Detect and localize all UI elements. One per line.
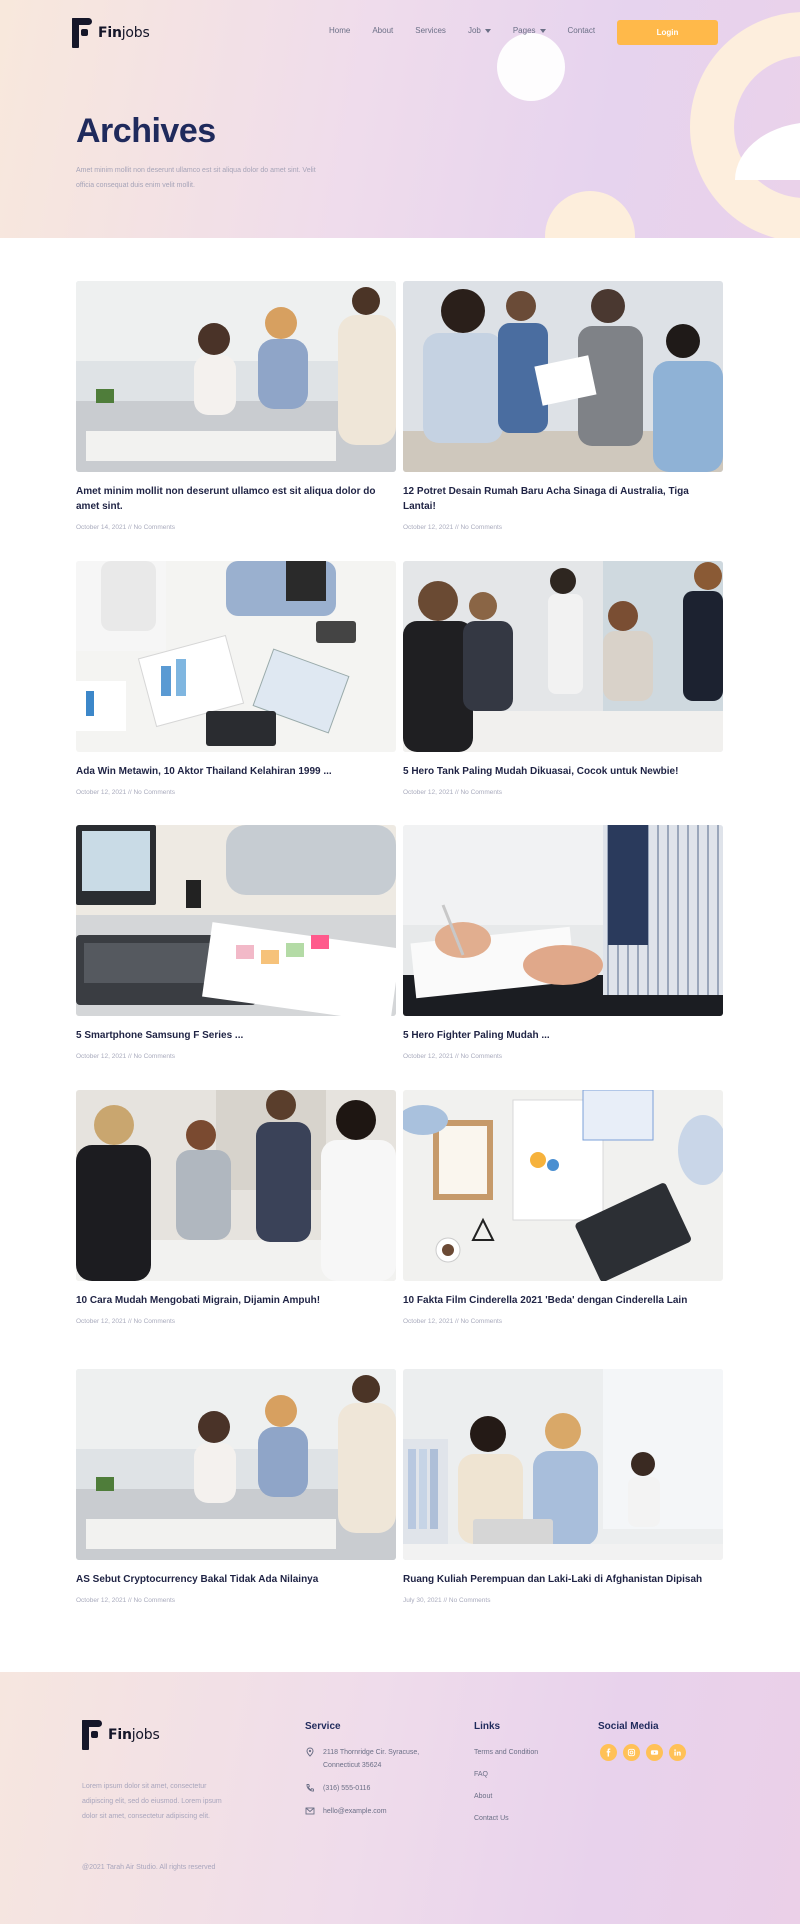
post-title[interactable]: Ruang Kuliah Perempuan dan Laki-Laki di … bbox=[403, 1572, 723, 1587]
post-card[interactable]: Ada Win Metawin, 10 Aktor Thailand Kelah… bbox=[76, 561, 396, 796]
nav-home[interactable]: Home bbox=[329, 26, 350, 35]
post-thumbnail[interactable] bbox=[76, 281, 396, 472]
link-faq[interactable]: FAQ bbox=[474, 1771, 488, 1778]
link-terms[interactable]: Terms and Condition bbox=[474, 1749, 538, 1756]
chevron-down-icon bbox=[484, 28, 491, 33]
youtube-icon[interactable] bbox=[646, 1744, 663, 1761]
post-thumbnail[interactable] bbox=[403, 1369, 723, 1560]
post-title[interactable]: 12 Potret Desain Rumah Baru Acha Sinaga … bbox=[403, 484, 723, 514]
mail-icon bbox=[305, 1807, 315, 1815]
post-meta: October 12, 2021 // No Comments bbox=[403, 1318, 503, 1325]
post-card[interactable]: 12 Potret Desain Rumah Baru Acha Sinaga … bbox=[403, 281, 723, 531]
post-card[interactable]: 10 Fakta Film Cinderella 2021 'Beda' den… bbox=[403, 1090, 723, 1325]
post-title[interactable]: 5 Hero Tank Paling Mudah Dikuasai, Cocok… bbox=[403, 764, 723, 779]
post-title[interactable]: 5 Smartphone Samsung F Series ... bbox=[76, 1028, 396, 1043]
links-heading: Links bbox=[474, 1721, 501, 1732]
post-title[interactable]: 10 Fakta Film Cinderella 2021 'Beda' den… bbox=[403, 1293, 723, 1308]
decorative-ring bbox=[690, 12, 800, 238]
nav-job[interactable]: Job bbox=[468, 26, 491, 35]
page-subtitle: Amet minim mollit non deserunt ullamco e… bbox=[76, 167, 316, 189]
post-meta: October 12, 2021 // No Comments bbox=[76, 789, 176, 796]
post-thumbnail[interactable] bbox=[76, 825, 396, 1016]
post-meta: October 12, 2021 // No Comments bbox=[76, 1053, 176, 1060]
phone[interactable]: (316) 555-0116 bbox=[305, 1782, 370, 1795]
post-title[interactable]: 10 Cara Mudah Mengobati Migrain, Dijamin… bbox=[76, 1293, 396, 1308]
decorative-half-circle bbox=[545, 191, 635, 238]
brand-logo[interactable]: Finjobs bbox=[72, 18, 150, 48]
post-thumbnail[interactable] bbox=[76, 1090, 396, 1281]
brand-name: Finjobs bbox=[98, 25, 150, 41]
post-thumbnail[interactable] bbox=[76, 1369, 396, 1560]
post-thumbnail[interactable] bbox=[403, 825, 723, 1016]
social-heading: Social Media bbox=[598, 1721, 659, 1732]
footer-logo[interactable]: Finjobs bbox=[82, 1720, 160, 1750]
post-card[interactable]: Amet minim mollit non deserunt ullamco e… bbox=[76, 281, 396, 531]
post-title[interactable]: 5 Hero Fighter Paling Mudah ... bbox=[403, 1028, 723, 1043]
post-thumbnail[interactable] bbox=[403, 281, 723, 472]
post-meta: October 12, 2021 // No Comments bbox=[403, 524, 503, 531]
post-meta: October 14, 2021 // No Comments bbox=[76, 524, 176, 531]
address: 2118 Thornridge Cir. Syracuse, Connecticu… bbox=[305, 1746, 419, 1772]
brand-name: Finjobs bbox=[108, 1727, 160, 1743]
post-card[interactable]: 5 Hero Tank Paling Mudah Dikuasai, Cocok… bbox=[403, 561, 723, 796]
post-thumbnail[interactable] bbox=[76, 561, 396, 752]
post-card[interactable]: 10 Cara Mudah Mengobati Migrain, Dijamin… bbox=[76, 1090, 396, 1325]
post-meta: October 12, 2021 // No Comments bbox=[403, 789, 503, 796]
nav-contact[interactable]: Contact bbox=[568, 26, 596, 35]
post-card[interactable]: 5 Smartphone Samsung F Series ... Octobe… bbox=[76, 825, 396, 1060]
post-meta: October 12, 2021 // No Comments bbox=[403, 1053, 503, 1060]
post-title[interactable]: Amet minim mollit non deserunt ullamco e… bbox=[76, 484, 396, 514]
phone-icon bbox=[306, 1784, 314, 1792]
post-meta: October 12, 2021 // No Comments bbox=[76, 1597, 176, 1604]
copyright: @2021 Tarah Air Studio. All rights reser… bbox=[82, 1864, 216, 1871]
logo-mark-icon bbox=[72, 18, 92, 48]
facebook-icon[interactable] bbox=[600, 1744, 617, 1761]
post-title[interactable]: Ada Win Metawin, 10 Aktor Thailand Kelah… bbox=[76, 764, 396, 779]
footer-description: Lorem ipsum dolor sit amet, consectetur … bbox=[82, 1783, 222, 1820]
social-links bbox=[600, 1744, 686, 1761]
post-thumbnail[interactable] bbox=[403, 1090, 723, 1281]
logo-mark-icon bbox=[82, 1720, 102, 1750]
location-pin-icon bbox=[306, 1747, 314, 1757]
instagram-icon[interactable] bbox=[623, 1744, 640, 1761]
login-button[interactable]: Login bbox=[617, 20, 718, 45]
link-about[interactable]: About bbox=[474, 1793, 492, 1800]
link-contact-us[interactable]: Contact Us bbox=[474, 1815, 509, 1822]
site-footer: Finjobs Lorem ipsum dolor sit amet, cons… bbox=[0, 1672, 800, 1924]
service-heading: Service bbox=[305, 1721, 341, 1732]
post-thumbnail[interactable] bbox=[403, 561, 723, 752]
page-title: Archives bbox=[76, 112, 216, 150]
chevron-down-icon bbox=[539, 28, 546, 33]
nav-services[interactable]: Services bbox=[415, 26, 446, 35]
post-meta: July 30, 2021 // No Comments bbox=[403, 1597, 491, 1604]
decorative-circle bbox=[497, 33, 565, 101]
linkedin-icon[interactable] bbox=[669, 1744, 686, 1761]
nav-about[interactable]: About bbox=[372, 26, 393, 35]
post-card[interactable]: 5 Hero Fighter Paling Mudah ... October … bbox=[403, 825, 723, 1060]
post-title[interactable]: AS Sebut Cryptocurrency Bakal Tidak Ada … bbox=[76, 1572, 396, 1587]
email[interactable]: hello@example.com bbox=[305, 1805, 387, 1818]
hero-header: Finjobs Home About Services Job Pages Co… bbox=[0, 0, 800, 238]
main-nav: Home About Services Job Pages Contact bbox=[329, 26, 595, 35]
post-meta: October 12, 2021 // No Comments bbox=[76, 1318, 176, 1325]
post-card[interactable]: AS Sebut Cryptocurrency Bakal Tidak Ada … bbox=[76, 1369, 396, 1604]
post-card[interactable]: Ruang Kuliah Perempuan dan Laki-Laki di … bbox=[403, 1369, 723, 1604]
nav-pages[interactable]: Pages bbox=[513, 26, 546, 35]
